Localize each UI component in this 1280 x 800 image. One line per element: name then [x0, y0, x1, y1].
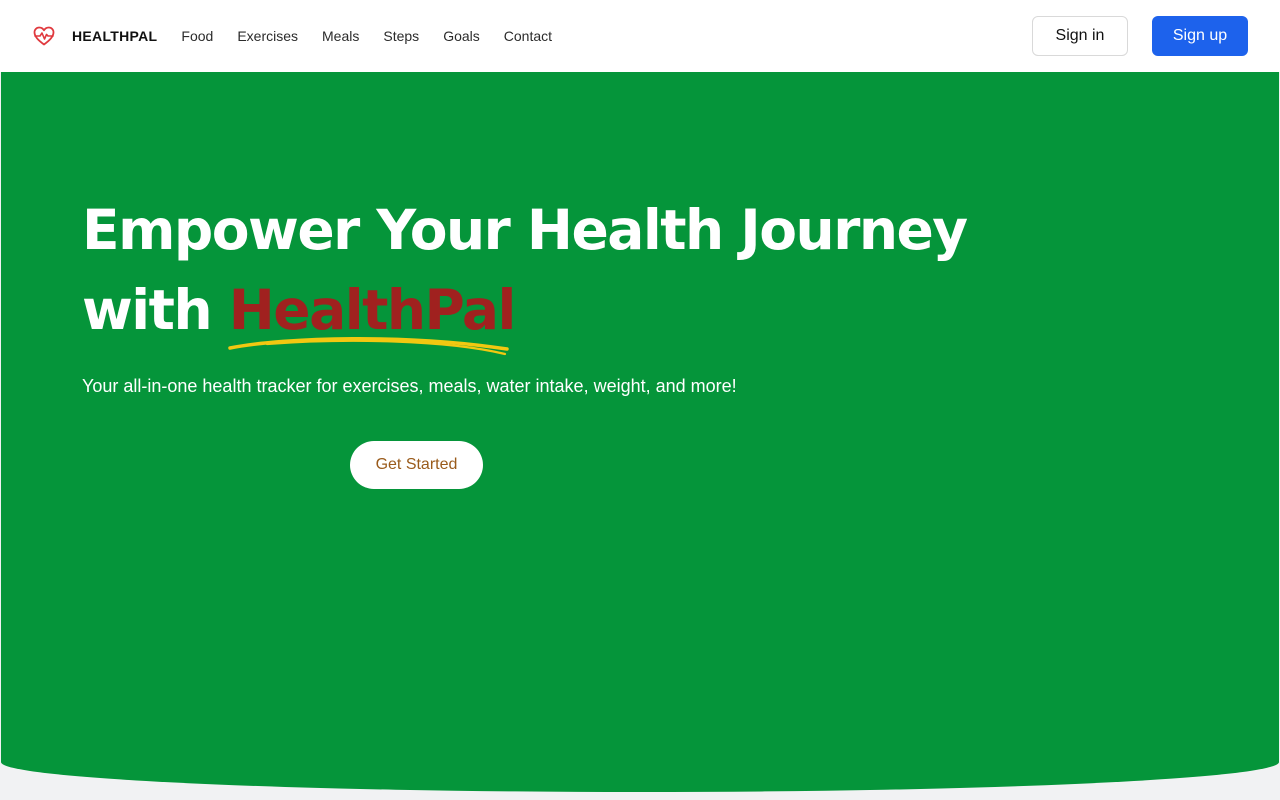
hero-title-accent: HealthPal	[228, 270, 517, 356]
nav-link-contact[interactable]: Contact	[504, 28, 552, 44]
hero-title-line-1: Empower Your Health Journey	[82, 198, 968, 262]
auth-actions: Sign in Sign up	[1032, 16, 1248, 56]
sign-in-button[interactable]: Sign in	[1032, 16, 1128, 56]
hero-subtitle: Your all-in-one health tracker for exerc…	[82, 376, 737, 396]
main-nav: Food Exercises Meals Steps Goals Contact	[181, 28, 576, 44]
sign-up-button[interactable]: Sign up	[1152, 16, 1248, 56]
brand[interactable]: HEALTHPAL	[32, 24, 157, 48]
nav-link-meals[interactable]: Meals	[322, 28, 359, 44]
nav-link-goals[interactable]: Goals	[443, 28, 480, 44]
brand-name: HEALTHPAL	[72, 28, 158, 44]
heart-pulse-icon	[33, 26, 55, 46]
get-started-button[interactable]: Get Started	[350, 441, 483, 489]
nav-link-food[interactable]: Food	[181, 28, 213, 44]
top-navbar: HEALTHPAL Food Exercises Meals Steps Goa…	[0, 0, 1280, 72]
nav-link-steps[interactable]: Steps	[383, 28, 419, 44]
hero-title-prefix: with	[82, 278, 229, 342]
hero-section: Empower Your Health Journey with HealthP…	[1, 72, 1279, 792]
underline-swoosh-icon	[228, 336, 509, 356]
nav-link-exercises[interactable]: Exercises	[237, 28, 298, 44]
hero-title-line-2: with HealthPal	[82, 270, 1082, 356]
hero-title: Empower Your Health Journey with HealthP…	[82, 190, 1082, 356]
hero-accent-text: HealthPal	[228, 278, 517, 342]
